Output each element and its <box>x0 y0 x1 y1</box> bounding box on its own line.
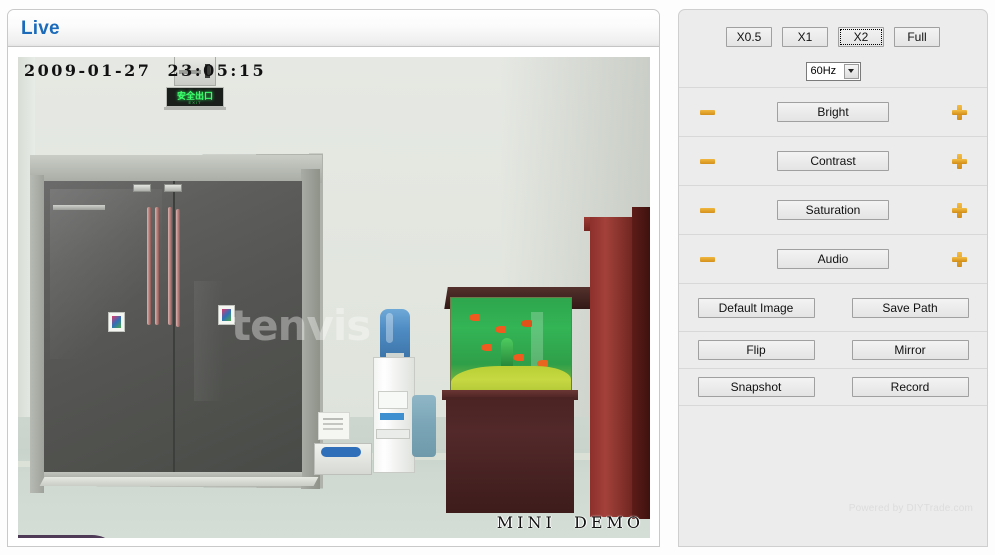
frequency-row: 60Hz <box>679 55 987 87</box>
dispenser-panel <box>378 391 408 409</box>
fish <box>469 314 480 321</box>
orientation-actions-row: Flip Mirror <box>679 332 987 369</box>
red-doorway-shadow <box>632 207 650 519</box>
saturation-decrease-button[interactable] <box>679 207 735 213</box>
exit-sign: 安全出口 EXIT <box>166 87 224 107</box>
audio-decrease-button[interactable] <box>679 256 735 262</box>
zoom-x05-button[interactable]: X0.5 <box>726 26 772 47</box>
bright-row: Bright <box>679 88 987 137</box>
audio-row: Audio <box>679 235 987 284</box>
exit-sign-base <box>164 107 226 110</box>
minus-icon <box>699 207 715 213</box>
flip-button[interactable]: Flip <box>697 340 815 360</box>
page-title: Live <box>21 18 60 39</box>
glass-reflection-secondary <box>194 281 224 401</box>
fish <box>495 326 506 333</box>
door-sticker-left <box>108 312 125 332</box>
plus-icon <box>951 202 967 218</box>
door-center-seam <box>173 181 175 481</box>
control-panel-footer: Powered by DIYTrade.com <box>679 406 987 522</box>
bright-increase-button[interactable] <box>931 104 987 120</box>
box-lid <box>321 447 361 457</box>
snapshot-button[interactable]: Snapshot <box>697 377 815 397</box>
control-panel: X0.5 X1 X2 Full 60Hz Bright Contrast Sat… <box>678 9 988 547</box>
door-post-left <box>30 175 44 493</box>
zoom-button-group: X0.5 X1 X2 Full <box>679 10 987 55</box>
zoom-x1-button[interactable]: X1 <box>782 26 828 47</box>
camera-viewer-app: Live 安全出口 EXIT 2009-01-27 23:05:15 tenvi… <box>0 0 995 555</box>
image-actions-row: Default Image Save Path <box>679 284 987 332</box>
chevron-down-icon[interactable] <box>843 63 859 79</box>
shoe-cover-box <box>314 443 372 475</box>
door-latch-left <box>133 184 151 192</box>
camera-scene: 安全出口 EXIT <box>18 57 650 538</box>
aquarium-cabinet <box>446 397 574 513</box>
plus-icon <box>951 251 967 267</box>
fish <box>521 320 532 327</box>
minus-icon <box>699 256 715 262</box>
bright-button[interactable]: Bright <box>777 102 889 122</box>
zoom-x2-button[interactable]: X2 <box>838 26 884 47</box>
glass-reflection <box>50 189 162 359</box>
aquarium-filter-pipe <box>531 312 543 366</box>
default-image-button[interactable]: Default Image <box>697 297 815 318</box>
spare-water-jug <box>412 395 436 457</box>
minus-icon <box>699 109 715 115</box>
diytrade-watermark: Powered by DIYTrade.com <box>848 503 973 514</box>
exit-sign-subtext: EXIT <box>188 100 202 105</box>
red-doorway <box>590 217 634 517</box>
minus-icon <box>699 158 715 164</box>
bright-decrease-button[interactable] <box>679 109 735 115</box>
door-handle-2 <box>155 207 159 325</box>
contrast-decrease-button[interactable] <box>679 158 735 164</box>
save-path-button[interactable]: Save Path <box>851 297 969 318</box>
audio-increase-button[interactable] <box>931 251 987 267</box>
video-timestamp-overlay: 2009-01-27 23:05:15 <box>24 61 267 80</box>
contrast-increase-button[interactable] <box>931 153 987 169</box>
aquarium-tank <box>450 297 572 401</box>
door-handle-3 <box>168 207 172 325</box>
plus-icon <box>951 153 967 169</box>
dispenser-tray <box>376 429 410 439</box>
fish <box>513 354 524 361</box>
door-handle-4 <box>176 209 180 327</box>
wall-notice <box>318 412 350 440</box>
video-panel: Live 安全出口 EXIT 2009-01-27 23:05:15 tenvi… <box>7 9 660 547</box>
door-post-right <box>301 169 320 489</box>
door-threshold <box>39 477 319 486</box>
capture-actions-row: Snapshot Record <box>679 369 987 406</box>
dispenser-tap <box>380 413 404 420</box>
frequency-select[interactable]: 60Hz <box>805 61 861 81</box>
audio-button[interactable]: Audio <box>777 249 889 269</box>
saturation-button[interactable]: Saturation <box>777 200 889 220</box>
door-sticker-right <box>218 305 235 325</box>
demo-watermark: MINI DEMO <box>496 513 644 532</box>
record-button[interactable]: Record <box>851 377 969 397</box>
plus-icon <box>951 104 967 120</box>
live-video-stream[interactable]: 安全出口 EXIT 2009-01-27 23:05:15 tenvis MIN… <box>18 57 650 538</box>
zoom-section: X0.5 X1 X2 Full 60Hz <box>679 10 987 88</box>
door-latch-right <box>164 184 182 192</box>
frequency-value: 60Hz <box>810 65 837 77</box>
door-lintel <box>30 155 322 183</box>
saturation-increase-button[interactable] <box>931 202 987 218</box>
zoom-full-button[interactable]: Full <box>894 26 940 47</box>
door-handle-1 <box>147 207 151 325</box>
glass-double-door <box>44 181 302 481</box>
contrast-row: Contrast <box>679 137 987 186</box>
mirror-button[interactable]: Mirror <box>851 340 969 360</box>
video-panel-header: Live <box>8 10 659 47</box>
door-upper-strip <box>53 205 105 210</box>
fish <box>481 344 492 351</box>
water-bottle <box>380 309 410 359</box>
saturation-row: Saturation <box>679 186 987 235</box>
contrast-button[interactable]: Contrast <box>777 151 889 171</box>
